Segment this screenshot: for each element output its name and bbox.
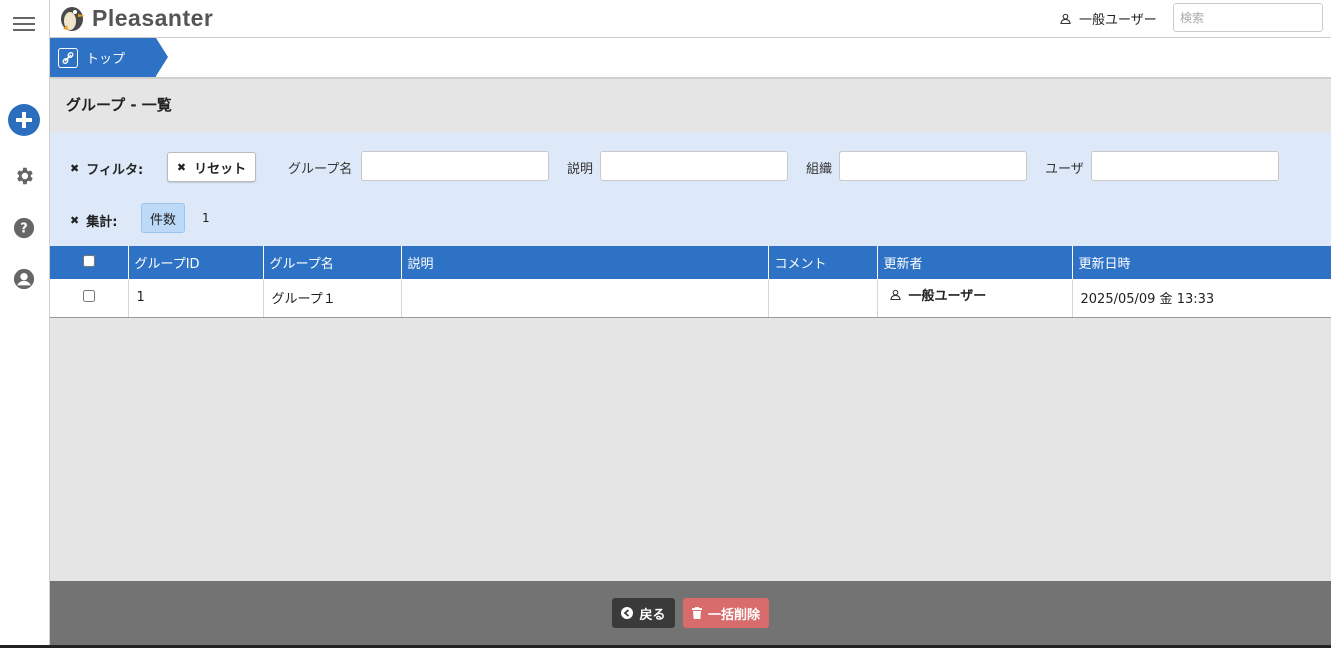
reset-button[interactable]: ✖ リセット bbox=[167, 152, 256, 182]
select-all-checkbox[interactable] bbox=[82, 254, 95, 267]
column-header-updater[interactable]: 更新者 bbox=[877, 246, 1073, 279]
help-icon[interactable]: ? bbox=[13, 217, 35, 239]
logo-bird-icon bbox=[61, 7, 85, 31]
column-header-comment[interactable]: コメント bbox=[768, 246, 878, 279]
filter-panel: ✖ フィルタ: ✖ リセット グループ名 説明 組織 ユーザ ✖ 集計: 件数 … bbox=[50, 132, 1331, 246]
column-header-description[interactable]: 説明 bbox=[401, 246, 769, 279]
close-icon: ✖ bbox=[70, 214, 80, 227]
select-all-cell bbox=[50, 246, 129, 279]
breadcrumb-item-top[interactable]: トップ bbox=[50, 38, 168, 77]
back-button[interactable]: 戻る bbox=[612, 598, 675, 628]
filter-label-user: ユーザ bbox=[1045, 162, 1084, 177]
page-title: グループ - 一覧 bbox=[66, 96, 172, 114]
table-row[interactable]: 1 グループ１ 一般ユーザー 2025/05/09 金 13:33 bbox=[50, 279, 1331, 318]
breadcrumb: トップ bbox=[50, 38, 1331, 79]
aggregate-count-badge[interactable]: 件数 bbox=[141, 203, 185, 233]
account-icon[interactable] bbox=[13, 268, 35, 290]
groups-table: グループID グループ名 説明 コメント 更新者 更新日時 1 グループ１ 一般… bbox=[50, 246, 1331, 318]
filter-label-organization: 組織 bbox=[806, 162, 833, 177]
close-icon: ✖ bbox=[70, 162, 80, 175]
footer-bar: 戻る 一括削除 bbox=[50, 581, 1331, 645]
bulk-delete-button[interactable]: 一括削除 bbox=[683, 598, 769, 628]
user-name: 一般ユーザー bbox=[1079, 13, 1157, 28]
group-name-filter-input[interactable] bbox=[361, 151, 549, 181]
trash-icon bbox=[691, 607, 702, 619]
breadcrumb-label: トップ bbox=[86, 52, 126, 67]
user-icon bbox=[889, 290, 901, 301]
user-filter-input[interactable] bbox=[1091, 151, 1279, 181]
column-header-group-id[interactable]: グループID bbox=[128, 246, 264, 279]
app-logo[interactable]: Pleasanter bbox=[58, 3, 213, 33]
current-user[interactable]: 一般ユーザー bbox=[1060, 9, 1157, 28]
back-arrow-icon bbox=[621, 607, 634, 619]
close-icon: ✖ bbox=[176, 160, 187, 174]
top-header: Pleasanter 一般ユーザー bbox=[50, 0, 1331, 38]
cell-group-name: グループ１ bbox=[263, 279, 402, 318]
description-filter-input[interactable] bbox=[600, 151, 788, 181]
filter-label-group-name: グループ名 bbox=[288, 162, 353, 177]
cell-description bbox=[401, 279, 769, 318]
row-checkbox[interactable] bbox=[82, 289, 95, 302]
cell-updated-at: 2025/05/09 金 13:33 bbox=[1072, 279, 1331, 318]
search-input[interactable] bbox=[1173, 3, 1323, 32]
table-header-row: グループID グループ名 説明 コメント 更新者 更新日時 bbox=[50, 246, 1331, 279]
user-icon bbox=[1060, 13, 1071, 24]
cell-updater: 一般ユーザー bbox=[877, 279, 1073, 318]
aggregate-count-value: 1 bbox=[202, 211, 210, 225]
menu-icon[interactable] bbox=[13, 17, 35, 31]
aggregate-label[interactable]: ✖ 集計: bbox=[70, 211, 117, 230]
svg-text:?: ? bbox=[20, 222, 27, 237]
cell-group-id: 1 bbox=[128, 279, 264, 318]
logo-text: Pleasanter bbox=[92, 4, 214, 31]
gear-icon[interactable] bbox=[13, 165, 35, 187]
filter-label[interactable]: ✖ フィルタ: bbox=[70, 159, 143, 178]
link-icon bbox=[58, 47, 78, 68]
add-icon[interactable] bbox=[8, 104, 40, 136]
column-header-updated-at[interactable]: 更新日時 bbox=[1072, 246, 1331, 279]
main-content: グループ - 一覧 ✖ フィルタ: ✖ リセット グループ名 説明 組織 ユーザ… bbox=[50, 79, 1331, 581]
side-rail: ? bbox=[0, 0, 50, 648]
filter-label-description: 説明 bbox=[567, 162, 594, 177]
organization-filter-input[interactable] bbox=[839, 151, 1027, 181]
cell-comment bbox=[768, 279, 878, 318]
column-header-group-name[interactable]: グループ名 bbox=[263, 246, 402, 279]
updater-name[interactable]: 一般ユーザー bbox=[909, 285, 987, 304]
row-select-cell bbox=[50, 279, 129, 318]
